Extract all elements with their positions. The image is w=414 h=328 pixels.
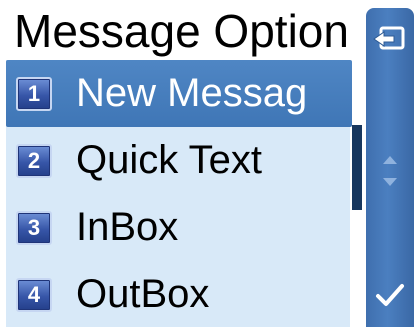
number-badge: 4 [16,277,52,312]
list-item-label: Quick Text [76,138,262,182]
list-item-inbox[interactable]: 3 InBox [6,194,352,261]
scrollbar[interactable] [352,125,362,210]
up-down-arrows-icon[interactable] [380,150,400,192]
list-item-new-message[interactable]: 1 New Messag [6,60,352,127]
number-badge: 2 [16,143,52,178]
list-item-quick-text[interactable]: 2 Quick Text [6,127,352,194]
message-options-list: 1 New Messag 2 Quick Text 3 InBox 4 OutB… [6,60,352,327]
number-badge: 3 [16,210,52,245]
number-badge: 1 [16,76,52,111]
list-item-label: InBox [76,205,179,249]
list-item-outbox[interactable]: 4 OutBox [6,261,352,328]
page-title: Message Option [14,5,349,57]
softkey-bar [366,8,414,327]
phone-screen: Message Option 1 New Messag 2 Quick Text… [0,0,414,327]
list-item-label: New Messag [76,71,308,115]
list-item-label: OutBox [76,272,210,316]
back-icon[interactable] [372,24,406,54]
checkmark-icon[interactable] [374,280,406,310]
